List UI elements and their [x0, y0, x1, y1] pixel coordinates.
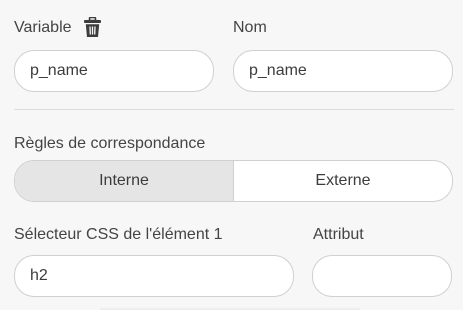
variable-input[interactable]: p_name — [14, 50, 214, 92]
attribute-label: Attribut — [313, 226, 364, 243]
css-selector-value: h2 — [30, 267, 48, 284]
segment-externe[interactable]: Externe — [234, 161, 452, 201]
variable-label: Variable — [14, 19, 72, 36]
css-selector-input[interactable]: h2 — [14, 255, 294, 297]
segment-interne[interactable]: Interne — [15, 161, 234, 201]
attribute-input[interactable] — [312, 255, 452, 297]
nom-input[interactable]: p_name — [233, 50, 453, 92]
matching-rules-label: Règles de correspondance — [14, 135, 206, 152]
variable-value: p_name — [30, 62, 88, 79]
css-selector-label: Sélecteur CSS de l'élément 1 — [14, 226, 223, 243]
nom-value: p_name — [249, 62, 307, 79]
matching-rules-toggle: Interne Externe — [14, 160, 453, 202]
section-divider — [14, 109, 454, 110]
nom-label: Nom — [233, 19, 267, 36]
trash-icon[interactable] — [84, 17, 101, 38]
